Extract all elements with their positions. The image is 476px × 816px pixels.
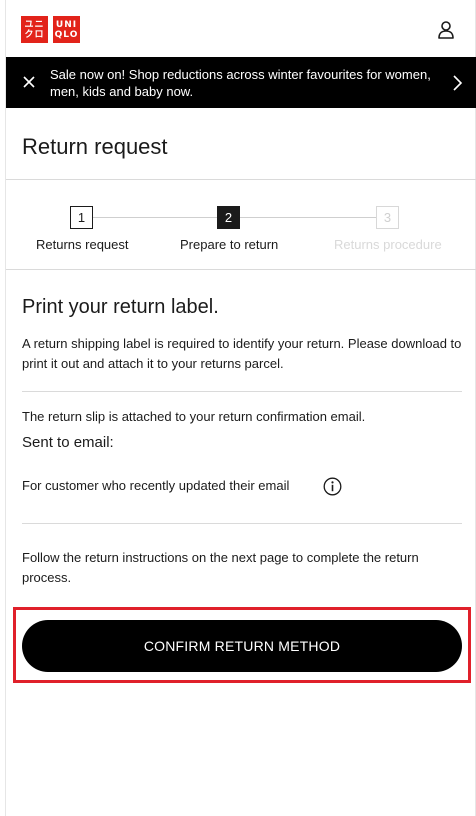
- logo-latin: UNI QLO: [53, 16, 80, 43]
- user-icon[interactable]: [437, 20, 455, 40]
- promo-banner: Sale now on! Shop reductions across wint…: [6, 57, 476, 108]
- sent-to-email-label: Sent to email:: [22, 434, 114, 451]
- updated-email-note: For customer who recently updated their …: [22, 478, 290, 493]
- divider: [22, 523, 462, 524]
- return-label-intro: A return shipping label is required to i…: [22, 336, 462, 371]
- return-instructions: Follow the return instructions on the ne…: [22, 550, 419, 585]
- section-title: Print your return label.: [22, 296, 219, 318]
- promo-text[interactable]: Sale now on! Shop reductions across wint…: [50, 66, 434, 100]
- step-connector: [93, 217, 217, 218]
- logo-katakana: ユニ クロ: [21, 16, 48, 43]
- close-icon[interactable]: [21, 74, 37, 90]
- info-icon[interactable]: [323, 477, 342, 496]
- page-title: Return request: [22, 134, 168, 159]
- return-slip-note: The return slip is attached to your retu…: [22, 409, 366, 424]
- step-3-number: 3: [376, 206, 399, 229]
- uniqlo-logo[interactable]: ユニ クロ UNI QLO: [21, 16, 80, 43]
- step-connector: [240, 217, 376, 218]
- site-header: ユニ クロ UNI QLO: [6, 0, 476, 57]
- return-progress-stepper: 1 2 3 Returns request Prepare to return …: [6, 180, 476, 270]
- step-3-label: Returns procedure: [334, 237, 442, 252]
- chevron-right-icon[interactable]: [451, 74, 463, 92]
- step-2-number: 2: [217, 206, 240, 229]
- step-1-label: Returns request: [36, 237, 129, 252]
- step-1-number: 1: [70, 206, 93, 229]
- page-title-bar: Return request: [6, 108, 476, 180]
- page-frame: ユニ クロ UNI QLO Sale now on! Shop reductio…: [5, 0, 476, 816]
- divider: [22, 391, 462, 392]
- confirm-return-method-button[interactable]: CONFIRM RETURN METHOD: [22, 620, 462, 672]
- step-2-label: Prepare to return: [180, 237, 279, 252]
